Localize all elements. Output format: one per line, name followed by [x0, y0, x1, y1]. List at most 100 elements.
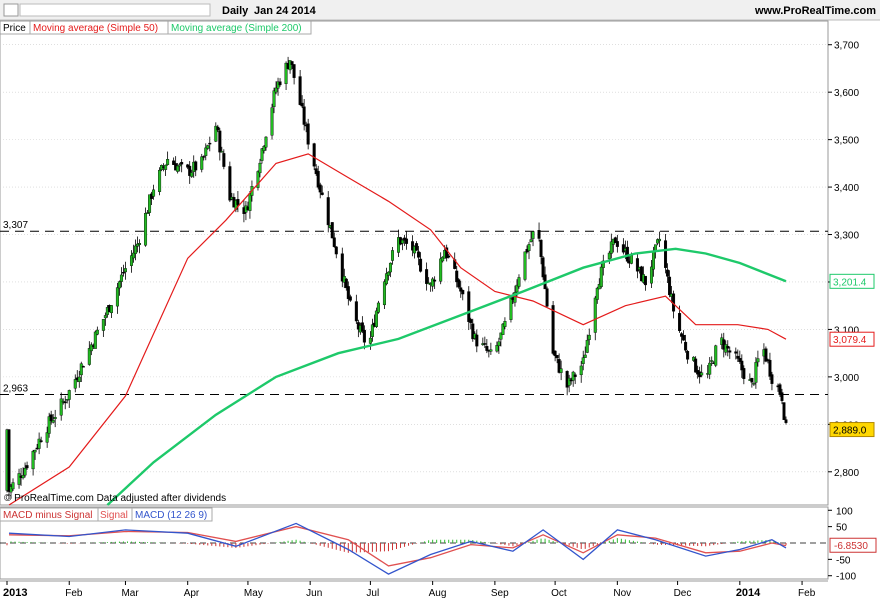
- candle-body: [483, 343, 487, 345]
- candle-body: [405, 238, 409, 244]
- candle-body: [599, 266, 603, 287]
- instrument-field[interactable]: [19, 3, 211, 17]
- watermark: © ProRealTime.com Data adjusted after di…: [4, 493, 226, 504]
- candle-body: [782, 402, 786, 420]
- last-value-label: 3,079.4: [833, 335, 867, 346]
- candle-body: [190, 172, 194, 177]
- candle-body: [726, 346, 730, 349]
- candle-body: [31, 450, 35, 470]
- candle-body: [728, 350, 732, 353]
- candle-body: [700, 372, 704, 376]
- candle-body: [401, 239, 405, 244]
- chart-control-icon[interactable]: [3, 3, 19, 17]
- x-tick-label: 2013: [3, 587, 27, 599]
- candle-body: [770, 374, 774, 384]
- last-value-label: 2,889.0: [833, 426, 867, 437]
- candle-body: [95, 329, 99, 335]
- candle-body: [643, 275, 647, 286]
- candle-body: [302, 106, 306, 125]
- y-tick-label: 3,600: [834, 88, 859, 99]
- candle-body: [33, 449, 37, 453]
- candle-body: [475, 334, 479, 347]
- macd-series: [0, 522, 828, 575]
- candle-body: [332, 237, 336, 247]
- candle-body: [216, 126, 220, 131]
- candle-body: [194, 161, 198, 171]
- candle-body: [178, 164, 182, 167]
- candle-body: [290, 61, 294, 65]
- candle-body: [388, 262, 392, 273]
- legend-price: Price: [3, 23, 26, 34]
- candle-body: [583, 354, 587, 358]
- candle-body: [376, 302, 380, 313]
- candle-body: [529, 239, 533, 242]
- candle-body: [278, 81, 282, 86]
- legend-ma50: Moving average (Simple 50): [33, 23, 158, 34]
- candle-body: [7, 429, 11, 492]
- candle-body: [73, 379, 77, 389]
- candle-body: [742, 368, 746, 379]
- candle-body: [354, 301, 358, 322]
- x-tick-label: 2014: [736, 587, 761, 599]
- candle-body: [595, 287, 599, 300]
- x-tick-label: Sep: [491, 588, 509, 599]
- candle-body: [236, 199, 240, 205]
- candle-body: [615, 241, 619, 247]
- candle-body: [629, 255, 633, 264]
- candle-body: [152, 189, 156, 197]
- candle-body: [495, 345, 499, 352]
- candle-body: [39, 440, 43, 443]
- candle-body: [144, 213, 148, 246]
- candle-body: [752, 383, 756, 385]
- candle-body: [708, 362, 712, 375]
- candle-body: [270, 107, 274, 136]
- candle-body: [539, 239, 543, 257]
- candle-body: [382, 281, 386, 306]
- macd-y-axis: 100 50 -50 -100 -6.8530: [828, 506, 877, 583]
- candle-body: [537, 230, 541, 239]
- last-value-label: 3,201.4: [833, 277, 867, 288]
- candle-body: [164, 164, 168, 170]
- candle-body: [206, 145, 210, 149]
- candle-body: [447, 255, 451, 258]
- candle-body: [593, 297, 597, 333]
- candle-body: [651, 250, 655, 270]
- signal-line: [8, 525, 787, 567]
- candle-body: [756, 358, 760, 363]
- x-tick-label: Dec: [674, 588, 692, 599]
- candle-body: [457, 279, 461, 288]
- candle-body: [298, 76, 302, 105]
- candle-body: [523, 251, 527, 280]
- source-label: www.ProRealTime.com: [754, 5, 876, 17]
- candle-body: [176, 165, 180, 172]
- candle-body: [272, 90, 276, 107]
- level-label: 2,963: [3, 383, 28, 394]
- header-date: Jan 24 2014: [254, 5, 317, 17]
- candle-body: [374, 310, 378, 327]
- candle-body: [51, 420, 55, 423]
- candle-body: [11, 482, 15, 490]
- candle-body: [220, 151, 224, 153]
- y-tick-label: 3,700: [834, 41, 859, 52]
- x-tick-label: Feb: [798, 588, 816, 599]
- x-tick-label: Aug: [429, 588, 447, 599]
- candle-body: [531, 231, 535, 239]
- macd-legend: MACD minus Signal Signal MACD (12 26 9): [0, 507, 213, 522]
- candle-body: [300, 102, 304, 107]
- x-tick-label: Nov: [613, 588, 631, 599]
- candle-body: [67, 390, 71, 400]
- candle-body: [326, 197, 330, 226]
- macd-tick-label: 50: [836, 523, 848, 534]
- candle-body: [248, 193, 252, 211]
- candles: [5, 56, 788, 500]
- candle-body: [417, 251, 421, 258]
- candle-body: [439, 258, 443, 282]
- candle-body: [208, 142, 212, 145]
- x-tick-label: May: [244, 588, 263, 599]
- candle-body: [489, 349, 493, 352]
- candle-body: [49, 414, 53, 422]
- candle-body: [527, 244, 531, 251]
- level-label: 3,307: [3, 220, 28, 231]
- candle-body: [467, 291, 471, 322]
- candle-body: [784, 419, 788, 423]
